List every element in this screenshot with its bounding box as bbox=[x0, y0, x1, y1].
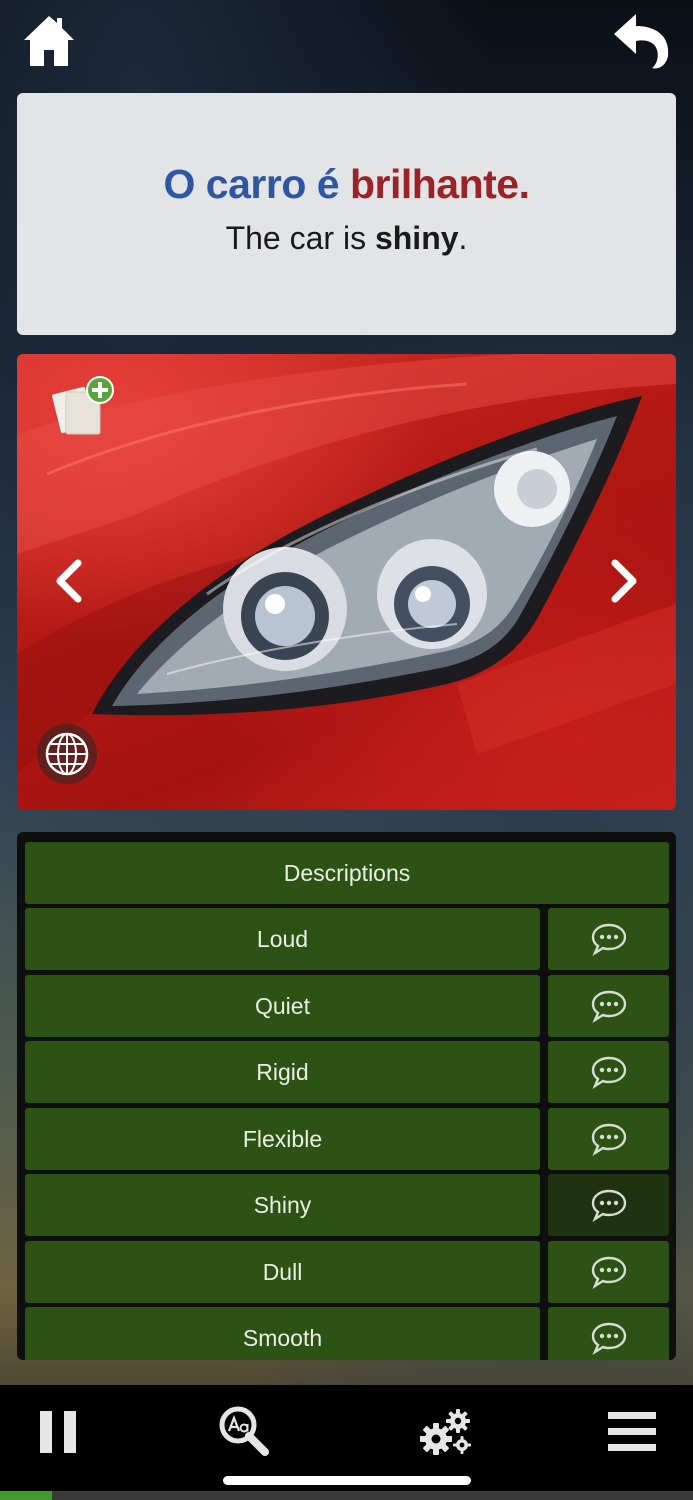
speech-bubble-icon bbox=[591, 1123, 627, 1156]
speech-bubble-icon bbox=[591, 1189, 627, 1222]
pause-icon bbox=[40, 1411, 76, 1453]
vocab-row: Loud bbox=[25, 908, 669, 970]
category-header[interactable]: Descriptions bbox=[25, 842, 669, 904]
back-arrow-icon bbox=[614, 14, 669, 69]
vocabulary-list: Descriptions Loud Quiet Rigid Flexible Shiny… bbox=[17, 832, 676, 1360]
vocab-row: Flexible bbox=[25, 1107, 669, 1170]
add-flashcard-icon bbox=[52, 376, 114, 435]
settings-gears-icon bbox=[420, 1409, 471, 1455]
chevron-left-icon bbox=[56, 559, 82, 603]
english-sentence-start: The car is bbox=[225, 220, 375, 256]
vocab-word-button[interactable]: Flexible bbox=[25, 1107, 540, 1170]
previous-image-button[interactable] bbox=[52, 559, 86, 603]
example-sentence-button[interactable] bbox=[548, 1107, 669, 1170]
dictionary-search-button[interactable] bbox=[218, 1405, 270, 1457]
menu-button[interactable] bbox=[606, 1410, 658, 1454]
speech-bubble-icon bbox=[591, 923, 627, 956]
speech-bubble-icon bbox=[591, 1322, 627, 1355]
vocab-row: Shiny bbox=[25, 1174, 669, 1236]
menu-icon bbox=[608, 1412, 656, 1451]
vocab-row: Quiet bbox=[25, 974, 669, 1037]
example-sentence-button[interactable] bbox=[548, 908, 669, 970]
vocabulary-image bbox=[17, 354, 676, 810]
example-sentence-button[interactable] bbox=[548, 1041, 669, 1103]
example-sentence-button[interactable] bbox=[548, 1307, 669, 1360]
portuguese-target-word: brilhante. bbox=[349, 161, 530, 207]
pause-button[interactable] bbox=[38, 1409, 78, 1455]
vocab-word-button[interactable]: Shiny bbox=[25, 1174, 540, 1236]
speech-bubble-icon bbox=[591, 1056, 627, 1089]
globe-icon bbox=[45, 732, 89, 776]
portuguese-sentence[interactable]: O carro é brilhante. bbox=[17, 161, 676, 208]
language-globe-button[interactable] bbox=[37, 724, 97, 784]
speech-bubble-icon bbox=[591, 1256, 627, 1289]
example-sentence-button[interactable] bbox=[548, 974, 669, 1037]
english-sentence-end: . bbox=[458, 220, 468, 256]
lesson-progress-fill bbox=[0, 1491, 52, 1500]
portuguese-sentence-start: O carro é bbox=[163, 161, 350, 207]
vocab-word-button[interactable]: Smooth bbox=[25, 1307, 540, 1360]
chevron-right-icon bbox=[611, 559, 637, 603]
english-target-word: shiny bbox=[374, 220, 459, 256]
home-icon bbox=[24, 16, 74, 66]
vocab-word-button[interactable]: Rigid bbox=[25, 1041, 540, 1103]
lesson-progress-bar bbox=[0, 1491, 693, 1500]
vocab-word-button[interactable]: Loud bbox=[25, 908, 540, 970]
home-button[interactable] bbox=[20, 12, 78, 70]
speech-bubble-icon bbox=[591, 990, 627, 1023]
next-image-button[interactable] bbox=[607, 559, 641, 603]
top-bar bbox=[0, 0, 693, 92]
add-flashcard-button[interactable] bbox=[52, 374, 118, 438]
example-sentence-button[interactable] bbox=[548, 1240, 669, 1303]
home-indicator[interactable] bbox=[223, 1476, 471, 1485]
vocab-row: Dull bbox=[25, 1240, 669, 1303]
vocab-word-button[interactable]: Quiet bbox=[25, 974, 540, 1037]
vocab-row: Smooth bbox=[25, 1307, 669, 1360]
example-sentence-button[interactable] bbox=[548, 1174, 669, 1236]
back-button[interactable] bbox=[610, 12, 672, 70]
dictionary-search-icon bbox=[219, 1406, 269, 1456]
vocab-row: Rigid bbox=[25, 1041, 669, 1103]
settings-button[interactable] bbox=[418, 1407, 474, 1457]
vocab-word-button[interactable]: Dull bbox=[25, 1240, 540, 1303]
sentence-card: O carro é brilhante. The car is shiny. bbox=[17, 93, 676, 335]
english-translation: The car is shiny. bbox=[17, 220, 676, 257]
bottom-toolbar bbox=[0, 1385, 693, 1500]
